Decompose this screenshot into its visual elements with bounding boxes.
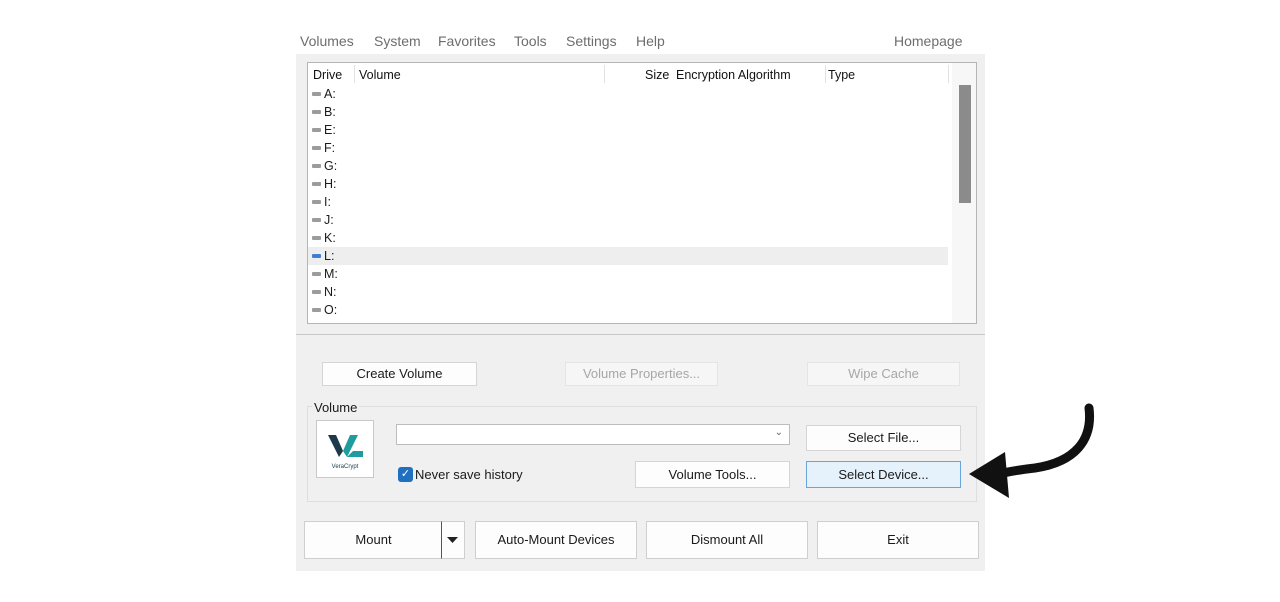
drive-icon <box>312 92 321 96</box>
chevron-down-icon[interactable]: ⌄ <box>775 427 783 438</box>
wipe-cache-button[interactable]: Wipe Cache <box>807 362 960 386</box>
drive-icon <box>312 236 321 240</box>
menu-help[interactable]: Help <box>636 33 665 49</box>
drive-letter: B: <box>324 105 336 119</box>
drive-icon <box>312 146 321 150</box>
drive-row[interactable]: O: <box>308 301 948 319</box>
column-separator <box>825 65 826 83</box>
scrollbar-thumb[interactable] <box>959 85 971 203</box>
drive-row[interactable]: H: <box>308 175 948 193</box>
drive-icon <box>312 164 321 168</box>
volume-path-combo[interactable]: ⌄ <box>396 424 790 445</box>
drive-rows: A: B: E: F: G: H: I: J: K: L: M: N: O: <box>308 85 948 319</box>
column-size[interactable]: Size <box>645 68 669 82</box>
drive-letter: K: <box>324 231 336 245</box>
column-separator <box>354 65 355 83</box>
drive-letter: L: <box>324 249 335 263</box>
veracrypt-logo-icon: VeraCrypt <box>328 435 363 470</box>
dismount-all-button[interactable]: Dismount All <box>646 521 808 559</box>
drive-icon <box>312 272 321 276</box>
drive-row[interactable]: N: <box>308 283 948 301</box>
drive-icon <box>312 128 321 132</box>
veracrypt-logo: VeraCrypt <box>316 420 374 478</box>
section-divider <box>296 334 985 335</box>
mount-button[interactable]: Mount <box>304 521 443 559</box>
column-separator <box>948 65 949 83</box>
drive-list-scrollbar[interactable] <box>952 63 976 323</box>
menu-volumes[interactable]: Volumes <box>300 33 354 49</box>
drive-row[interactable]: I: <box>308 193 948 211</box>
drive-icon <box>312 254 321 258</box>
drive-row[interactable]: B: <box>308 103 948 121</box>
menu-settings[interactable]: Settings <box>566 33 617 49</box>
drive-list[interactable]: Drive Volume Size Encryption Algorithm T… <box>307 62 977 324</box>
column-drive[interactable]: Drive <box>313 68 342 82</box>
drive-row[interactable]: M: <box>308 265 948 283</box>
drive-letter: A: <box>324 87 336 101</box>
menu-favorites[interactable]: Favorites <box>438 33 496 49</box>
drive-letter: M: <box>324 267 338 281</box>
volume-tools-button[interactable]: Volume Tools... <box>635 461 790 488</box>
exit-button[interactable]: Exit <box>817 521 979 559</box>
drive-row[interactable]: E: <box>308 121 948 139</box>
select-file-button[interactable]: Select File... <box>806 425 961 451</box>
drive-row[interactable]: G: <box>308 157 948 175</box>
menu-bar: Volumes System Favorites Tools Settings … <box>296 24 985 54</box>
drive-letter: H: <box>324 177 337 191</box>
drive-icon <box>312 110 321 114</box>
create-volume-button[interactable]: Create Volume <box>322 362 477 386</box>
drive-icon <box>312 200 321 204</box>
drive-icon <box>312 308 321 312</box>
drive-row[interactable]: K: <box>308 229 948 247</box>
drive-letter: J: <box>324 213 334 227</box>
column-encryption-algorithm[interactable]: Encryption Algorithm <box>676 68 791 82</box>
mount-dropdown-button[interactable] <box>441 521 465 559</box>
drive-row[interactable]: A: <box>308 85 948 103</box>
drive-icon <box>312 290 321 294</box>
column-volume[interactable]: Volume <box>359 68 401 82</box>
drive-row[interactable]: F: <box>308 139 948 157</box>
select-device-button[interactable]: Select Device... <box>806 461 961 488</box>
never-save-history-checkbox[interactable]: ✓ <box>398 467 413 482</box>
curved-arrow-annotation <box>969 403 1095 498</box>
column-separator <box>604 65 605 83</box>
logo-text: VeraCrypt <box>332 464 359 470</box>
drive-letter: O: <box>324 303 338 317</box>
drive-row-selected[interactable]: L: <box>308 247 948 265</box>
menu-system[interactable]: System <box>374 33 421 49</box>
menu-tools[interactable]: Tools <box>514 33 547 49</box>
drive-letter: I: <box>324 195 331 209</box>
drive-icon <box>312 218 321 222</box>
column-type[interactable]: Type <box>828 68 855 82</box>
veracrypt-window: Volumes System Favorites Tools Settings … <box>296 24 985 571</box>
drive-letter: F: <box>324 141 336 155</box>
volume-properties-button[interactable]: Volume Properties... <box>565 362 718 386</box>
drive-row[interactable]: J: <box>308 211 948 229</box>
caret-down-icon <box>447 537 458 543</box>
never-save-history-label[interactable]: Never save history <box>415 467 523 482</box>
drive-letter: N: <box>324 285 337 299</box>
drive-letter: G: <box>324 159 338 173</box>
volume-group-label: Volume <box>312 400 360 415</box>
drive-icon <box>312 182 321 186</box>
auto-mount-devices-button[interactable]: Auto-Mount Devices <box>475 521 637 559</box>
homepage-link[interactable]: Homepage <box>894 33 963 49</box>
drive-letter: E: <box>324 123 336 137</box>
